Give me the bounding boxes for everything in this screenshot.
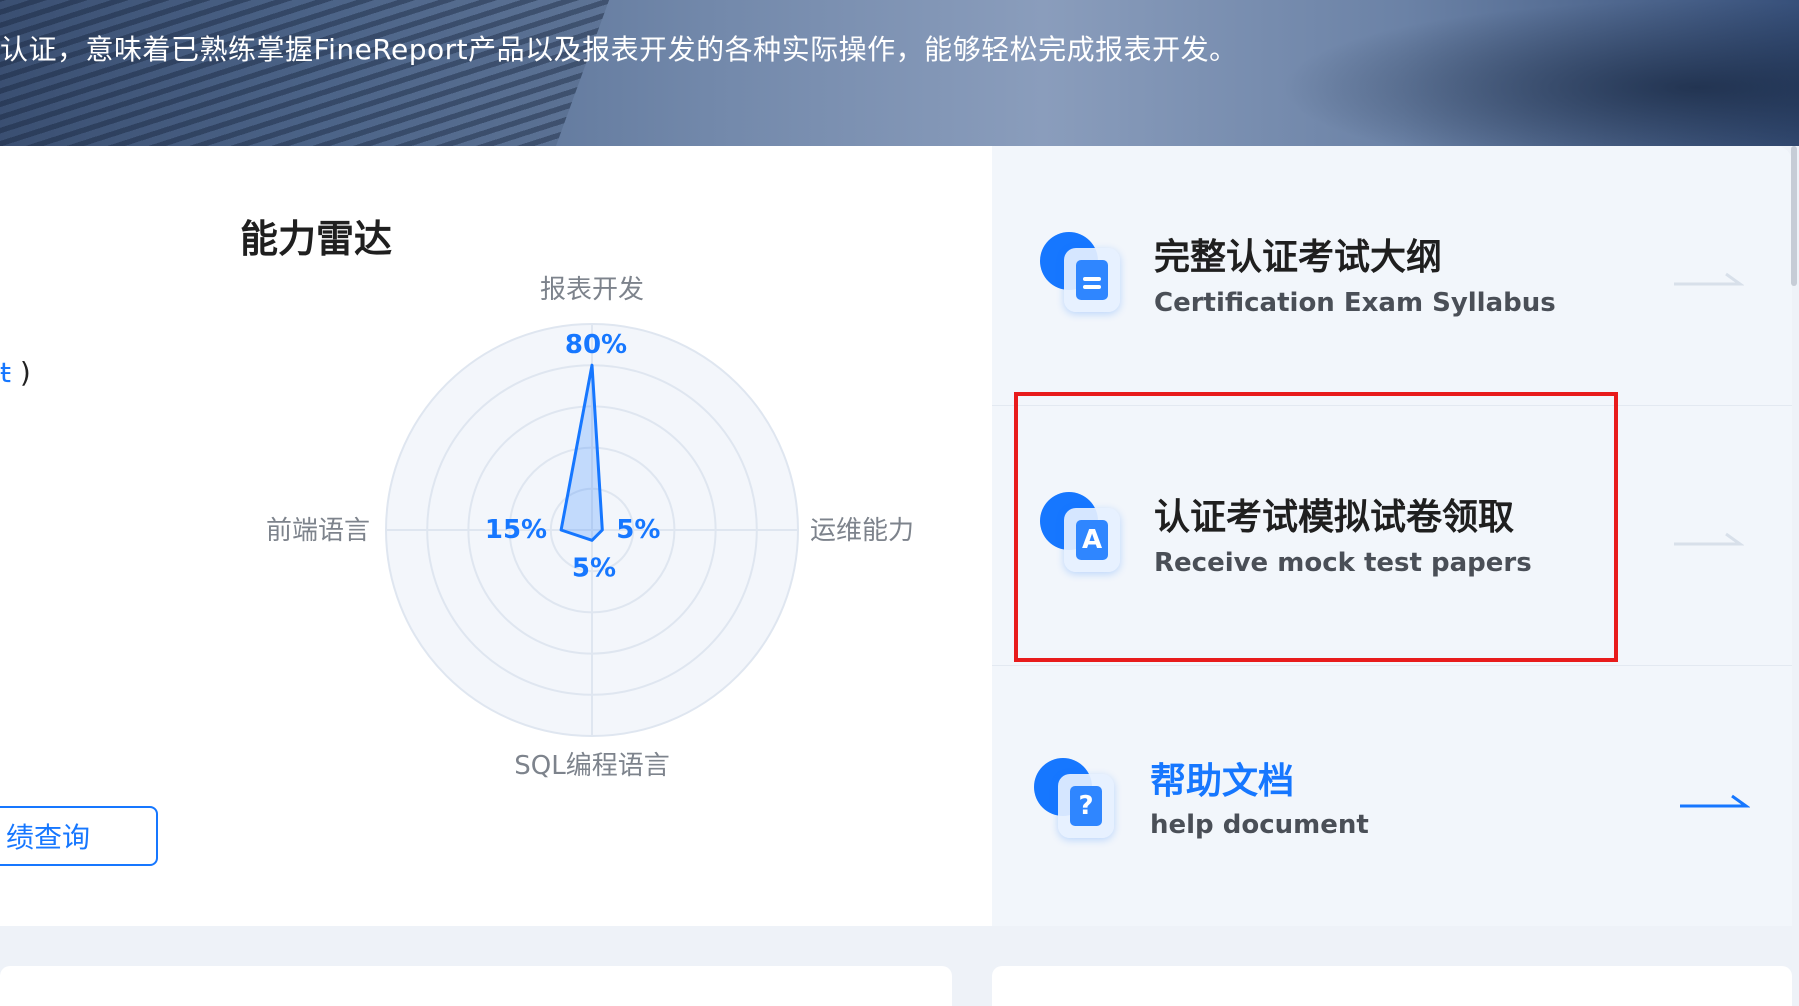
syllabus-title: 完整认证考试大纲 [1154, 237, 1443, 278]
ability-radar-panel: 能力雷达 报表开发 运维能力 SQL编程语言 前端语言 80% 5% 5% 15% [192, 146, 992, 926]
radar-value-label: 80% [565, 330, 627, 360]
left-panel: ŧ ) 绩查询 [0, 146, 193, 926]
syllabus-item[interactable]: 完整认证考试大纲 Certification Exam Syllabus [992, 146, 1792, 406]
bottom-card-left [0, 966, 952, 1006]
radar-value-label: 5% [616, 515, 660, 545]
hero-background-code-image [0, 0, 621, 146]
hero-background-shade [1279, 0, 1799, 146]
arrow-right-icon[interactable] [1672, 528, 1744, 548]
radar-axis-label: 前端语言 [266, 516, 370, 546]
arrow-right-icon[interactable] [1672, 268, 1744, 288]
highlight-annotation-box [1014, 392, 1618, 662]
radar-value-label: 5% [572, 553, 616, 583]
document-icon [1040, 232, 1124, 316]
help-doc-glyph: ? [1070, 786, 1102, 826]
bottom-card-right [992, 966, 1792, 1006]
left-text-fragment: ŧ ) [0, 356, 31, 389]
arrow-right-icon[interactable] [1678, 790, 1750, 810]
score-query-button[interactable]: 绩查询 [0, 806, 158, 866]
radar-value-label: 15% [485, 515, 547, 545]
left-paren: ) [10, 356, 31, 389]
radar-chart: 报表开发运维能力 SQL编程语言 前端语言 80% 5%5% 15% [266, 275, 914, 781]
radar-axis-label: SQL编程语言 [514, 751, 669, 781]
help-doc-icon: ? [1034, 758, 1118, 842]
help-document-item[interactable]: ? 帮助文档 help document [992, 665, 1792, 925]
help-document-subtitle: help document [1150, 810, 1369, 840]
radar-axis-label: 运维能力 [810, 516, 914, 546]
left-link-fragment[interactable]: ŧ [0, 356, 11, 389]
help-document-title: 帮助文档 [1150, 761, 1295, 802]
radar-axis-label: 报表开发 [540, 275, 644, 305]
hero-description: 认证，意味着已熟练掌握FineReport产品以及报表开发的各种实际操作，能够轻… [0, 33, 1238, 66]
hero-banner: 认证，意味着已熟练掌握FineReport产品以及报表开发的各种实际操作，能够轻… [0, 0, 1799, 146]
syllabus-subtitle: Certification Exam Syllabus [1154, 288, 1556, 318]
